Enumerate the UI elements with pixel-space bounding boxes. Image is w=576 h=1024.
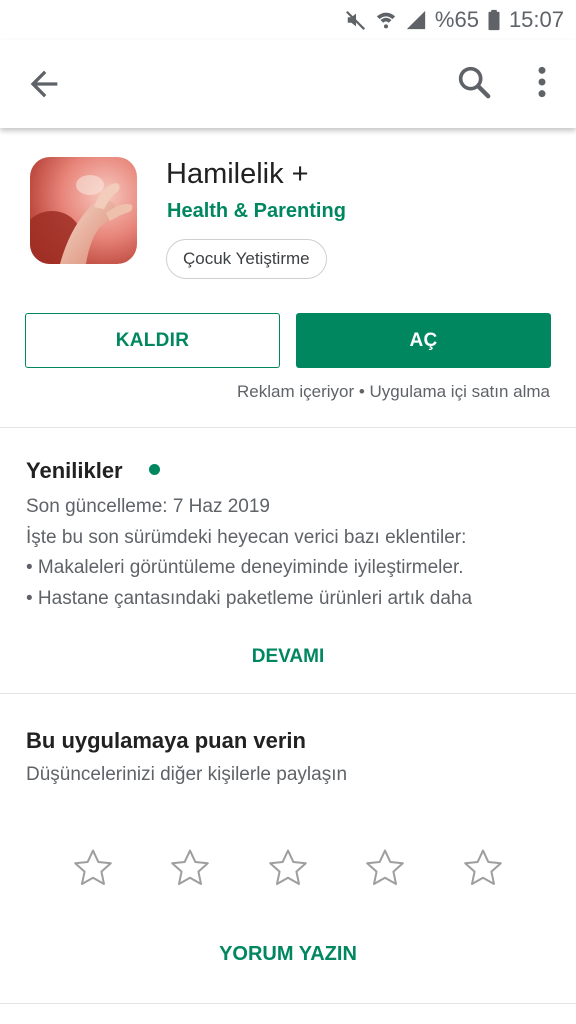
battery-percentage: %65	[434, 7, 479, 32]
battery-icon	[488, 9, 500, 31]
star-1-icon[interactable]	[71, 846, 115, 890]
new-indicator-dot	[149, 464, 160, 475]
wifi-icon	[376, 12, 396, 29]
mute-icon	[345, 10, 365, 30]
app-title: Hamilelik +	[166, 158, 309, 190]
status-bar: %65 15:07	[0, 0, 576, 40]
uninstall-button[interactable]: KALDIR	[25, 313, 280, 368]
whats-new-section[interactable]: Yenilikler Son güncelleme: 7 Haz 2019 İş…	[0, 428, 576, 693]
app-icon-image	[30, 157, 137, 264]
star-2-icon[interactable]	[168, 846, 212, 890]
text-fade	[470, 580, 576, 612]
app-header: Hamilelik + Health & Parenting Çocuk Yet…	[0, 140, 576, 428]
category-chip[interactable]: Çocuk Yetiştirme	[166, 239, 327, 279]
back-arrow-icon[interactable]	[24, 64, 64, 104]
clock: 15:07	[508, 7, 564, 32]
star-rating	[0, 846, 576, 894]
divider	[0, 1003, 576, 1004]
more-vert-icon[interactable]	[522, 62, 562, 102]
rate-title: Bu uygulamaya puan verin	[26, 728, 306, 753]
star-3-icon[interactable]	[266, 846, 310, 890]
rate-subtitle: Düşüncelerinizi diğer kişilerle paylaşın	[26, 764, 348, 785]
developer-link[interactable]: Health & Parenting	[167, 200, 346, 223]
whats-new-line: İşte bu son sürümdeki heyecan verici baz…	[26, 526, 467, 548]
whats-new-line: • Makaleleri görüntüleme deneyiminde iyi…	[26, 557, 464, 578]
star-4-icon[interactable]	[363, 846, 407, 890]
signal-icon	[406, 10, 426, 30]
read-more-button[interactable]: DEVAMI	[0, 646, 576, 668]
search-icon[interactable]	[454, 62, 494, 102]
whats-new-title: Yenilikler	[26, 458, 123, 483]
app-icon[interactable]	[30, 157, 137, 264]
top-toolbar	[0, 40, 576, 128]
open-button[interactable]: AÇ	[296, 313, 551, 368]
whats-new-line: Son güncelleme: 7 Haz 2019	[26, 496, 270, 517]
rate-section: Bu uygulamaya puan verin Düşüncelerinizi…	[0, 694, 576, 1004]
write-review-button[interactable]: YORUM YAZIN	[0, 943, 576, 966]
ads-disclaimer: Reklam içeriyor • Uygulama içi satın alm…	[237, 382, 550, 401]
star-5-icon[interactable]	[461, 846, 505, 890]
